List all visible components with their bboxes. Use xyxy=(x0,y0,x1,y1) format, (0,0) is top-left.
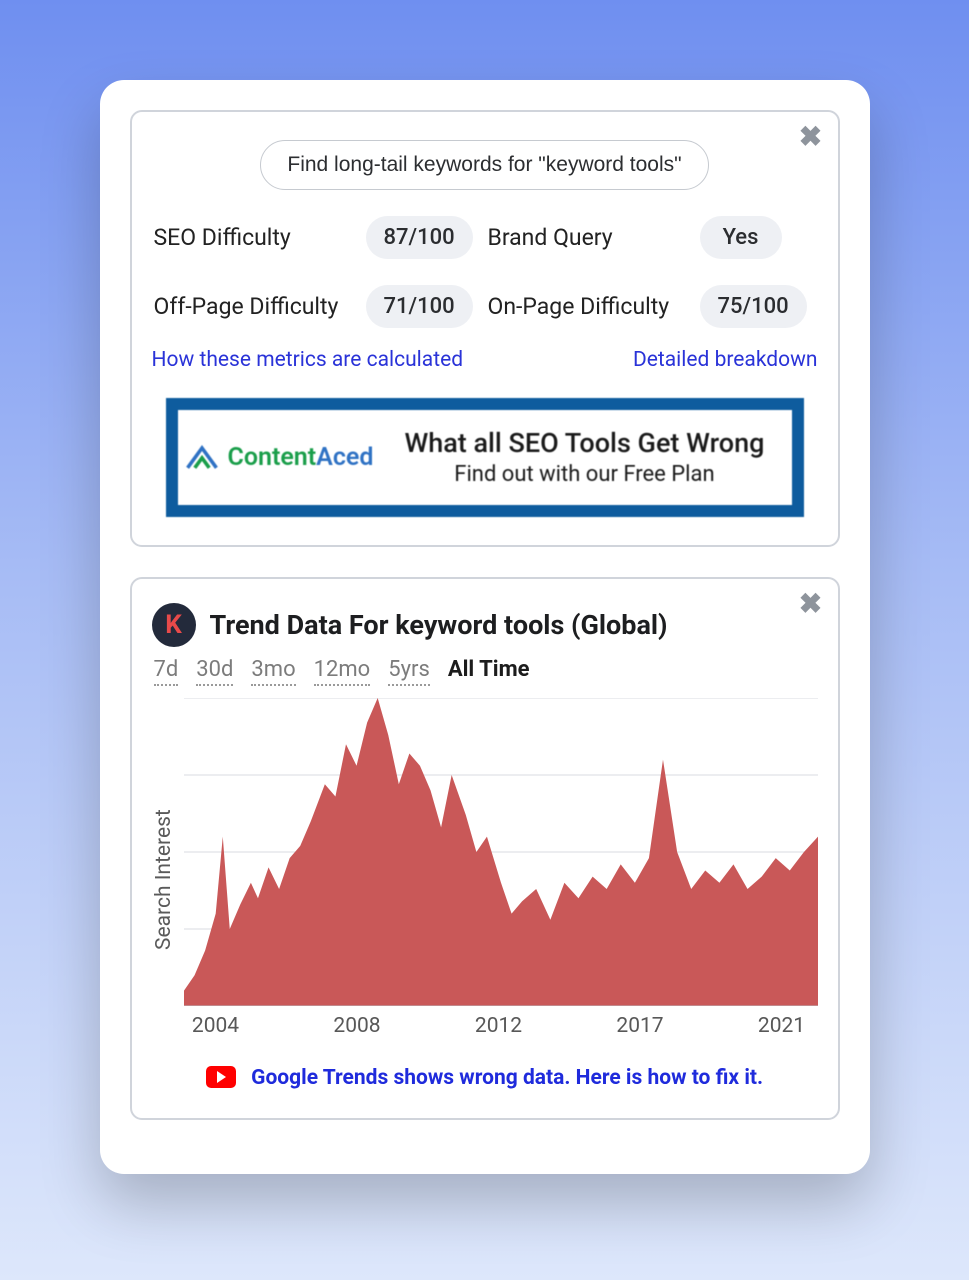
ad-headline: What all SEO Tools Get Wrong xyxy=(391,428,777,460)
metrics-card: ✖ Find long-tail keywords for "keyword t… xyxy=(130,110,840,547)
metric-value: Yes xyxy=(700,216,782,259)
y-axis-label: Search Interest xyxy=(152,698,176,1006)
range-tab-3mo[interactable]: 3mo xyxy=(251,657,295,686)
x-tick: 2017 xyxy=(612,1014,668,1038)
x-tick: 2008 xyxy=(329,1014,385,1038)
ad-logo: ContentAced xyxy=(184,442,374,472)
chart-plot xyxy=(184,698,818,1006)
metric-label: SEO Difficulty xyxy=(154,224,354,252)
metric-label: On-Page Difficulty xyxy=(488,293,688,321)
x-tick: 2004 xyxy=(188,1014,244,1038)
close-icon[interactable]: ✖ xyxy=(798,124,824,150)
x-tick: 2021 xyxy=(754,1014,810,1038)
ad-subline: Find out with our Free Plan xyxy=(391,462,777,487)
trend-card: ✖ K Trend Data For keyword tools (Global… xyxy=(130,577,840,1120)
metric-value: 71/100 xyxy=(366,285,473,328)
metric-label: Off-Page Difficulty xyxy=(154,293,354,321)
brand-badge-icon: K xyxy=(152,603,196,647)
close-icon[interactable]: ✖ xyxy=(798,591,824,617)
ad-copy: What all SEO Tools Get Wrong Find out wi… xyxy=(391,428,777,487)
app-frame: ✖ Find long-tail keywords for "keyword t… xyxy=(100,80,870,1174)
how-calculated-link[interactable]: How these metrics are calculated xyxy=(152,348,464,372)
x-tick: 2012 xyxy=(471,1014,527,1038)
detailed-breakdown-link[interactable]: Detailed breakdown xyxy=(633,348,818,372)
trend-title: Trend Data For keyword tools (Global) xyxy=(210,609,668,641)
ad-banner[interactable]: ContentAced What all SEO Tools Get Wrong… xyxy=(166,398,804,517)
x-axis-ticks: 2004 2008 2012 2017 2021 xyxy=(188,1014,810,1038)
range-tab-30d[interactable]: 30d xyxy=(196,657,233,686)
time-range-tabs: 7d30d3mo12mo5yrsAll Time xyxy=(154,657,818,682)
range-tab-alltime[interactable]: All Time xyxy=(448,657,530,684)
range-tab-12mo[interactable]: 12mo xyxy=(314,657,371,686)
metric-links: How these metrics are calculated Detaile… xyxy=(152,348,818,372)
metric-label: Brand Query xyxy=(488,224,688,252)
contentaced-icon xyxy=(184,442,220,472)
google-trends-fix-link[interactable]: Google Trends shows wrong data. Here is … xyxy=(251,1066,763,1090)
youtube-icon xyxy=(206,1066,236,1088)
range-tab-5yrs[interactable]: 5yrs xyxy=(388,657,430,686)
chart: Search Interest xyxy=(152,698,818,1006)
trend-header: K Trend Data For keyword tools (Global) xyxy=(152,603,818,647)
find-keywords-button[interactable]: Find long-tail keywords for "keyword too… xyxy=(260,140,708,190)
trend-footer: Google Trends shows wrong data. Here is … xyxy=(152,1066,818,1090)
range-tab-7d[interactable]: 7d xyxy=(154,657,179,686)
metric-value: 87/100 xyxy=(366,216,473,259)
metric-value: 75/100 xyxy=(700,285,807,328)
metrics-grid: SEO Difficulty 87/100 Brand Query Yes Of… xyxy=(154,216,816,328)
